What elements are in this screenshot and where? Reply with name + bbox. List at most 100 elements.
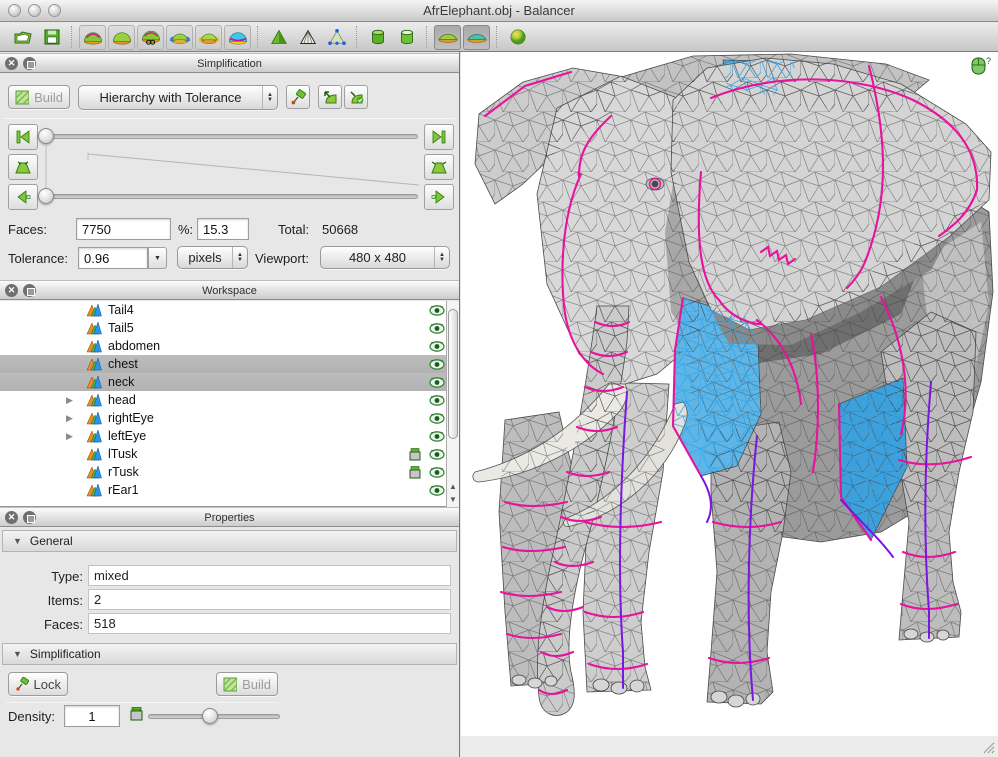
visibility-eye-icon[interactable] [429,304,445,317]
lower-level-slider-thumb[interactable] [38,188,54,204]
mesh-icon [86,447,102,461]
disclosure-triangle-icon[interactable]: ▶ [66,395,76,406]
minimize-window-button[interactable] [28,4,41,17]
viewport-size-dropdown[interactable]: 480 x 480 ▲▼ [320,246,450,269]
workspace-item-head[interactable]: ▶head [0,391,459,409]
build-button[interactable]: Build [8,85,70,109]
workspace-item-label: rTusk [108,465,139,479]
visibility-eye-icon[interactable] [429,394,445,407]
mesh-icon [86,303,102,317]
cone-solid-icon[interactable] [265,25,292,50]
go-first-level-button[interactable] [8,124,38,150]
workspace-item-Tail4[interactable]: Tail4 [0,301,459,319]
apply-selection-button[interactable] [344,85,368,109]
weight-icon[interactable] [408,465,423,479]
simplification-panel-header[interactable]: ✕ Simplification [0,53,459,73]
properties-panel-header[interactable]: ✕ Properties [0,507,459,527]
close-panel-icon[interactable]: ✕ [5,284,18,297]
workspace-item-Tail5[interactable]: Tail5 [0,319,459,337]
workspace-item-chest[interactable]: chest [0,355,459,373]
workspace-tree[interactable]: Tail4Tail5abdomenchestneck▶head▶rightEye… [0,301,459,507]
skip-to-start-icon [15,130,31,144]
workspace-item-neck[interactable]: neck [0,373,459,391]
upper-level-slider-track[interactable] [46,134,418,139]
visibility-eye-icon[interactable] [429,322,445,335]
dock-panel-icon[interactable] [23,511,36,524]
dome-blue-band-icon[interactable] [166,25,193,50]
simplification-section-header[interactable]: ▼ Simplification [2,643,457,665]
units-dropdown[interactable]: pixels ▲▼ [177,246,248,269]
dome-solid-icon[interactable] [108,25,135,50]
visibility-eye-icon[interactable] [429,484,445,497]
faces-input[interactable]: 7750 [76,218,171,240]
disclosure-triangle-icon[interactable]: ▶ [66,431,76,442]
cylinder-open-icon[interactable] [393,25,420,50]
dome-flat-teal-active-icon[interactable] [463,25,490,50]
dock-panel-icon[interactable] [23,284,36,297]
save-file-icon[interactable] [38,25,65,50]
workspace-item-rTusk[interactable]: rTusk [0,463,459,481]
density-slider-thumb[interactable] [202,708,218,724]
visibility-eye-icon[interactable] [429,448,445,461]
mesh-icon [86,321,102,335]
workspace-item-rEar1[interactable]: rEar1 [0,481,459,499]
dome-seam-icon[interactable] [79,25,106,50]
tolerance-input[interactable]: 0.96 [78,247,148,269]
visibility-eye-icon[interactable] [429,466,445,479]
scroll-up-icon[interactable]: ▲ [449,482,457,491]
hierarchy-mode-value: Hierarchy with Tolerance [79,90,262,105]
resize-grip[interactable] [980,739,995,754]
visibility-eye-icon[interactable] [429,430,445,443]
pin-tool-button[interactable] [286,85,310,109]
lower-level-slider-track[interactable] [46,194,418,199]
go-last-level-button[interactable] [424,124,454,150]
expand-selection-button[interactable] [318,85,342,109]
scroll-down-icon[interactable]: ▼ [449,495,457,504]
workspace-item-leftEye[interactable]: ▶leftEye [0,427,459,445]
hierarchy-mode-dropdown[interactable]: Hierarchy with Tolerance ▲▼ [78,85,278,110]
density-input[interactable]: 1 [64,705,120,727]
dome-collapse-icon[interactable] [137,25,164,50]
title-bar[interactable]: AfrElephant.obj - Balancer [0,0,998,22]
zoom-window-button[interactable] [48,4,61,17]
dome-rainbow-icon[interactable] [224,25,251,50]
step-finer-button[interactable] [424,184,454,210]
lock-button[interactable]: Lock [8,672,68,696]
dock-panel-icon[interactable] [23,57,36,70]
cone-wireframe-icon[interactable] [294,25,321,50]
general-section-header[interactable]: ▼ General [2,530,457,552]
mouse-help-icon[interactable]: ? [970,56,992,76]
workspace-item-rightEye[interactable]: ▶rightEye [0,409,459,427]
build-button-properties[interactable]: Build [216,672,278,696]
dropdown-stepper-icon: ▲▼ [262,86,277,109]
open-file-icon[interactable] [9,25,36,50]
workspace-item-lTusk[interactable]: lTusk [0,445,459,463]
upper-level-slider-thumb[interactable] [38,128,54,144]
percent-input[interactable]: 15.3 [197,218,249,240]
disclosure-triangle-icon[interactable]: ▶ [66,413,76,424]
cone-points-icon[interactable] [323,25,350,50]
close-window-button[interactable] [8,4,21,17]
scrollbar-thumb[interactable] [448,309,458,439]
workspace-scrollbar[interactable]: ▲ ▼ [446,301,459,507]
visibility-eye-icon[interactable] [429,340,445,353]
close-panel-icon[interactable]: ✕ [5,511,18,524]
dome-flat-active-icon[interactable] [434,25,461,50]
close-panel-icon[interactable]: ✕ [5,57,18,70]
sphere-icon[interactable] [504,25,531,50]
visibility-eye-icon[interactable] [429,412,445,425]
toolbar-separator [496,26,498,48]
tolerance-dropdown-button[interactable]: ▼ [148,247,167,269]
expand-level-button[interactable] [424,154,454,180]
workspace-item-abdomen[interactable]: abdomen [0,337,459,355]
visibility-eye-icon[interactable] [429,376,445,389]
weight-icon[interactable] [408,447,423,461]
collapse-level-button[interactable] [8,154,38,180]
mesh-icon [86,483,102,497]
visibility-eye-icon[interactable] [429,358,445,371]
dome-yellow-band-icon[interactable] [195,25,222,50]
cylinder-closed-icon[interactable] [364,25,391,50]
viewport-3d[interactable]: ? [461,52,998,736]
step-coarser-button[interactable] [8,184,38,210]
workspace-panel-header[interactable]: ✕ Workspace [0,280,459,300]
